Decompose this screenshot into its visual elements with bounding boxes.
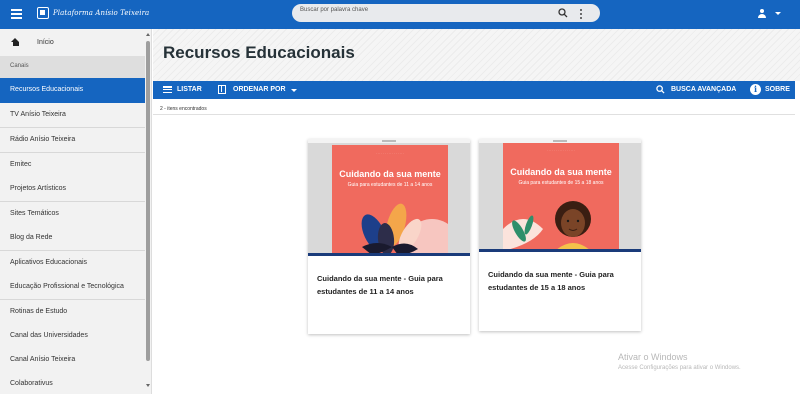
resource-card[interactable]: · · · · · · · · · · · · · · · · Cuidando… <box>308 139 470 334</box>
info-icon[interactable]: i <box>750 84 761 95</box>
sidebar-item-label: Canal Anísio Teixeira <box>10 356 76 363</box>
about-button[interactable]: SOBRE <box>765 86 790 93</box>
sidebar-item-label: Emitec <box>10 161 32 168</box>
sidebar-item-label: Educação Profissional e Tecnológica <box>10 283 124 290</box>
card-thumbnail: · · · · · · · · · · · · · · · · Cuidando… <box>308 139 470 256</box>
divider <box>153 114 795 115</box>
card-title[interactable]: Cuidando da sua mente - Guia para estuda… <box>488 268 634 294</box>
sidebar-section-label: Canais <box>10 63 29 69</box>
logo-text: Plataforma Anísio Teixeira <box>53 9 150 17</box>
sidebar-section-header: Canais <box>0 56 145 78</box>
search-placeholder: Buscar por palavra chave <box>300 7 369 13</box>
sidebar-item-radio-anisio-teixeira[interactable]: Rádio Anísio Teixeira <box>0 128 145 153</box>
sidebar-item-label: Rádio Anísio Teixeira <box>10 136 76 143</box>
cover-subtitle: Guia para estudantes de 11 a 14 anos <box>347 182 433 188</box>
page-header: Recursos Educacionais <box>153 29 800 81</box>
search-icon[interactable] <box>558 8 568 18</box>
resource-card[interactable]: · · · · · · · · · · · · · · · · Cuidando… <box>479 139 641 331</box>
sidebar-item-tv-anisio-teixeira[interactable]: TV Anísio Teixeira <box>0 103 145 128</box>
scrollbar-thumb[interactable] <box>146 41 150 361</box>
sidebar-item-aplicativos-educacionais[interactable]: Aplicativos Educacionais <box>0 251 145 276</box>
cover-title: Cuidando da sua mente <box>510 167 612 177</box>
advanced-search-icon[interactable] <box>656 85 665 94</box>
sidebar-item-projetos-artisticos[interactable]: Projetos Artísticos <box>0 177 145 202</box>
sidebar-item-label: Canal das Universidades <box>10 332 88 339</box>
sidebar-item-recursos-educacionais[interactable]: Recursos Educacionais <box>0 78 145 103</box>
sidebar-item-label: TV Anísio Teixeira <box>10 111 66 118</box>
user-menu-chevron-icon[interactable] <box>775 12 781 15</box>
scroll-up-icon[interactable] <box>146 33 150 36</box>
sidebar: Início Canais Recursos Educacionais TV A… <box>0 29 152 394</box>
sidebar-item-blog-da-rede[interactable]: Blog da Rede <box>0 226 145 251</box>
top-bar: Plataforma Anísio Teixeira Buscar por pa… <box>0 0 800 29</box>
girl-illustration <box>503 201 591 249</box>
sidebar-item-label: Projetos Artísticos <box>10 185 67 192</box>
advanced-search-button[interactable]: BUSCA AVANÇADA <box>671 86 736 93</box>
sidebar-item-label: Sites Temáticos <box>10 210 59 217</box>
results-count: 2 - itens encontrados <box>160 106 207 112</box>
logo[interactable]: Plataforma Anísio Teixeira <box>37 7 149 19</box>
home-icon <box>11 38 20 46</box>
sidebar-item-label: Rotinas de Estudo <box>10 308 68 315</box>
card-thumbnail: · · · · · · · · · · · · · · · · Cuidando… <box>479 139 641 252</box>
leaves-illustration <box>361 203 448 253</box>
sidebar-item-emitec[interactable]: Emitec <box>0 153 145 178</box>
windows-activation-text: Acesse Configurações para ativar o Windo… <box>618 365 741 371</box>
sort-chevron-down-icon[interactable] <box>291 89 297 92</box>
sidebar-item-rotinas-de-estudo[interactable]: Rotinas de Estudo <box>0 300 145 325</box>
card-cover: · · · · · · · · · · · · · · · · Cuidando… <box>332 145 448 253</box>
sidebar-item-sites-tematicos[interactable]: Sites Temáticos <box>0 202 145 227</box>
cover-subtitle: Guia para estudantes de 15 a 18 anos <box>518 180 604 186</box>
sidebar-item-label: Colaborativus <box>10 380 53 387</box>
card-title[interactable]: Cuidando da sua mente - Guia para estuda… <box>317 272 463 298</box>
sidebar-scrollbar[interactable] <box>145 33 151 387</box>
more-options-icon[interactable] <box>580 9 583 20</box>
list-icon[interactable] <box>163 86 172 94</box>
card-cover: · · · · · · · · · · · · · · · · Cuidando… <box>503 143 619 249</box>
page-title: Recursos Educacionais <box>163 43 355 62</box>
list-button[interactable]: LISTAR <box>177 86 202 93</box>
sidebar-item-canal-anisio-teixeira[interactable]: Canal Anísio Teixeira <box>0 348 145 373</box>
sidebar-home-label: Início <box>37 39 54 46</box>
cover-title: Cuidando da sua mente <box>339 169 441 179</box>
windows-activation-title: Ativar o Windows <box>618 352 688 362</box>
sort-icon[interactable] <box>218 85 226 94</box>
menu-icon[interactable] <box>11 9 22 19</box>
sidebar-item-educacao-profissional[interactable]: Educação Profissional e Tecnológica <box>0 275 145 300</box>
user-icon[interactable] <box>757 9 767 19</box>
scroll-down-icon[interactable] <box>146 384 150 387</box>
toolbar: LISTAR ORDENAR POR BUSCA AVANÇADA i SOBR… <box>153 81 795 99</box>
sidebar-item-label: Blog da Rede <box>10 234 53 241</box>
sidebar-item-label: Aplicativos Educacionais <box>10 259 88 266</box>
sort-button[interactable]: ORDENAR POR <box>233 86 286 93</box>
sidebar-item-home[interactable]: Início <box>0 31 145 55</box>
sidebar-item-canal-das-universidades[interactable]: Canal das Universidades <box>0 324 145 349</box>
search-input[interactable]: Buscar por palavra chave <box>292 4 600 22</box>
logo-icon <box>37 7 49 19</box>
sidebar-item-label: Recursos Educacionais <box>10 86 84 93</box>
sidebar-item-colaborativus[interactable]: Colaborativus <box>0 372 145 394</box>
